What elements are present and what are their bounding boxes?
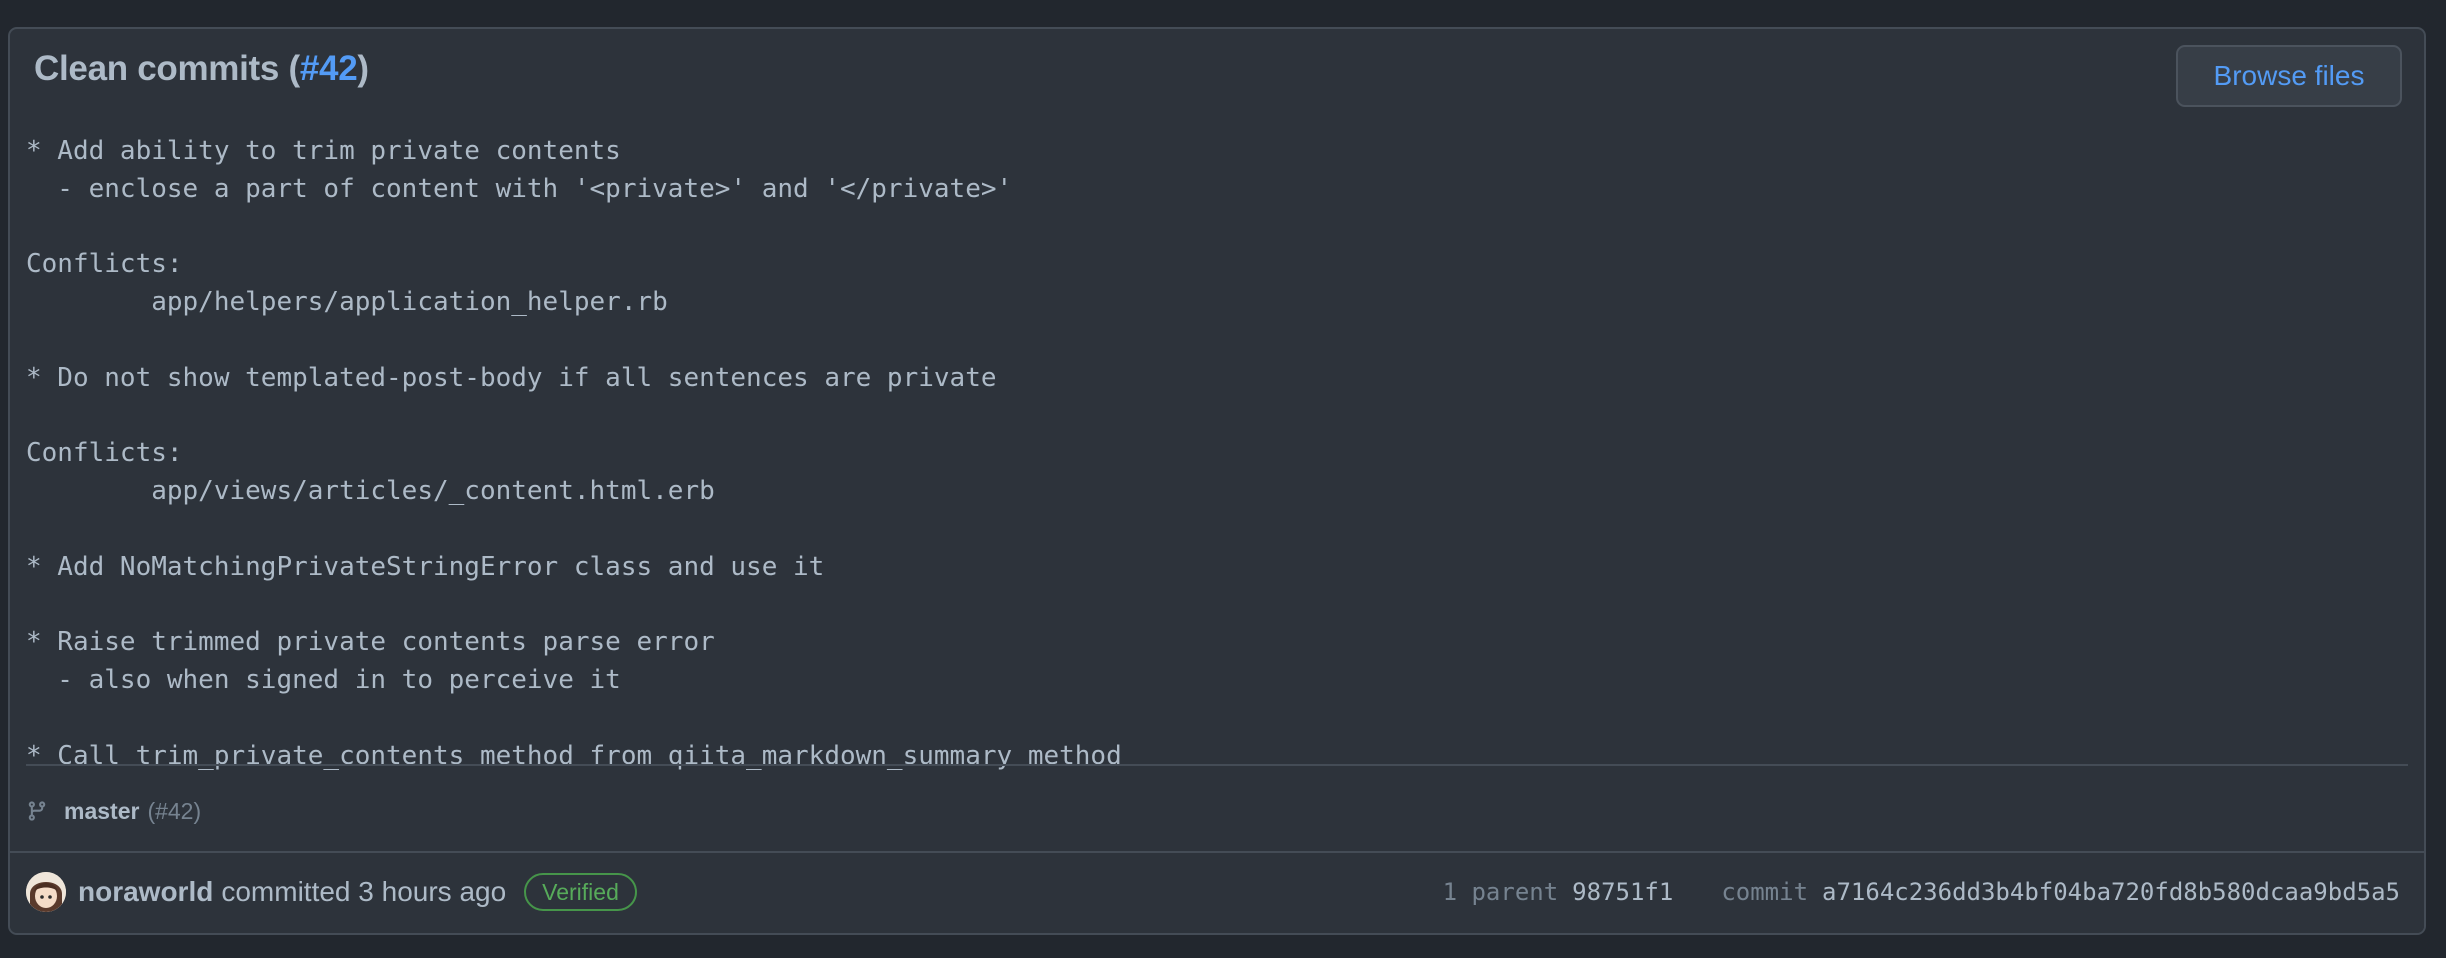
commit-title: Clean commits (#42) (34, 49, 369, 89)
avatar-icon (26, 872, 66, 912)
author-link[interactable]: noraworld (78, 876, 213, 908)
commit-shas: 1 parent 98751f1 commit a7164c236dd3b4bf… (1443, 870, 2400, 914)
parent-label: 1 parent (1442, 878, 1559, 906)
branch-row: master (#42) (26, 791, 201, 831)
committed-time: committed 3 hours ago (221, 876, 507, 907)
author-info: noraworld committed 3 hours ago Verified (26, 870, 637, 914)
avatar[interactable] (26, 872, 66, 912)
commit-box: Clean commits (#42) Browse files * Add a… (8, 27, 2426, 935)
browse-files-button[interactable]: Browse files (2176, 45, 2402, 107)
commit-label: commit (1721, 878, 1809, 906)
pr-link[interactable]: #42 (300, 49, 358, 88)
parent-sha-link[interactable]: 98751f1 (1572, 878, 1673, 906)
commit-footer: noraworld committed 3 hours ago Verified… (10, 851, 2424, 933)
divider (26, 764, 2408, 766)
commit-title-suffix: ) (357, 49, 369, 88)
commit-header: Clean commits (#42) Browse files (10, 29, 2424, 114)
git-branch-icon (28, 801, 46, 821)
commit-title-text: Clean commits ( (34, 49, 300, 88)
commit-message: * Add ability to trim private contents -… (26, 136, 1122, 771)
branch-pr-link[interactable]: (#42) (147, 798, 201, 825)
commit-sha[interactable]: a7164c236dd3b4bf04ba720fd8b580dcaa9bd5a5 (1822, 878, 2400, 906)
branch-link[interactable]: master (64, 798, 139, 825)
verified-badge[interactable]: Verified (524, 873, 637, 911)
